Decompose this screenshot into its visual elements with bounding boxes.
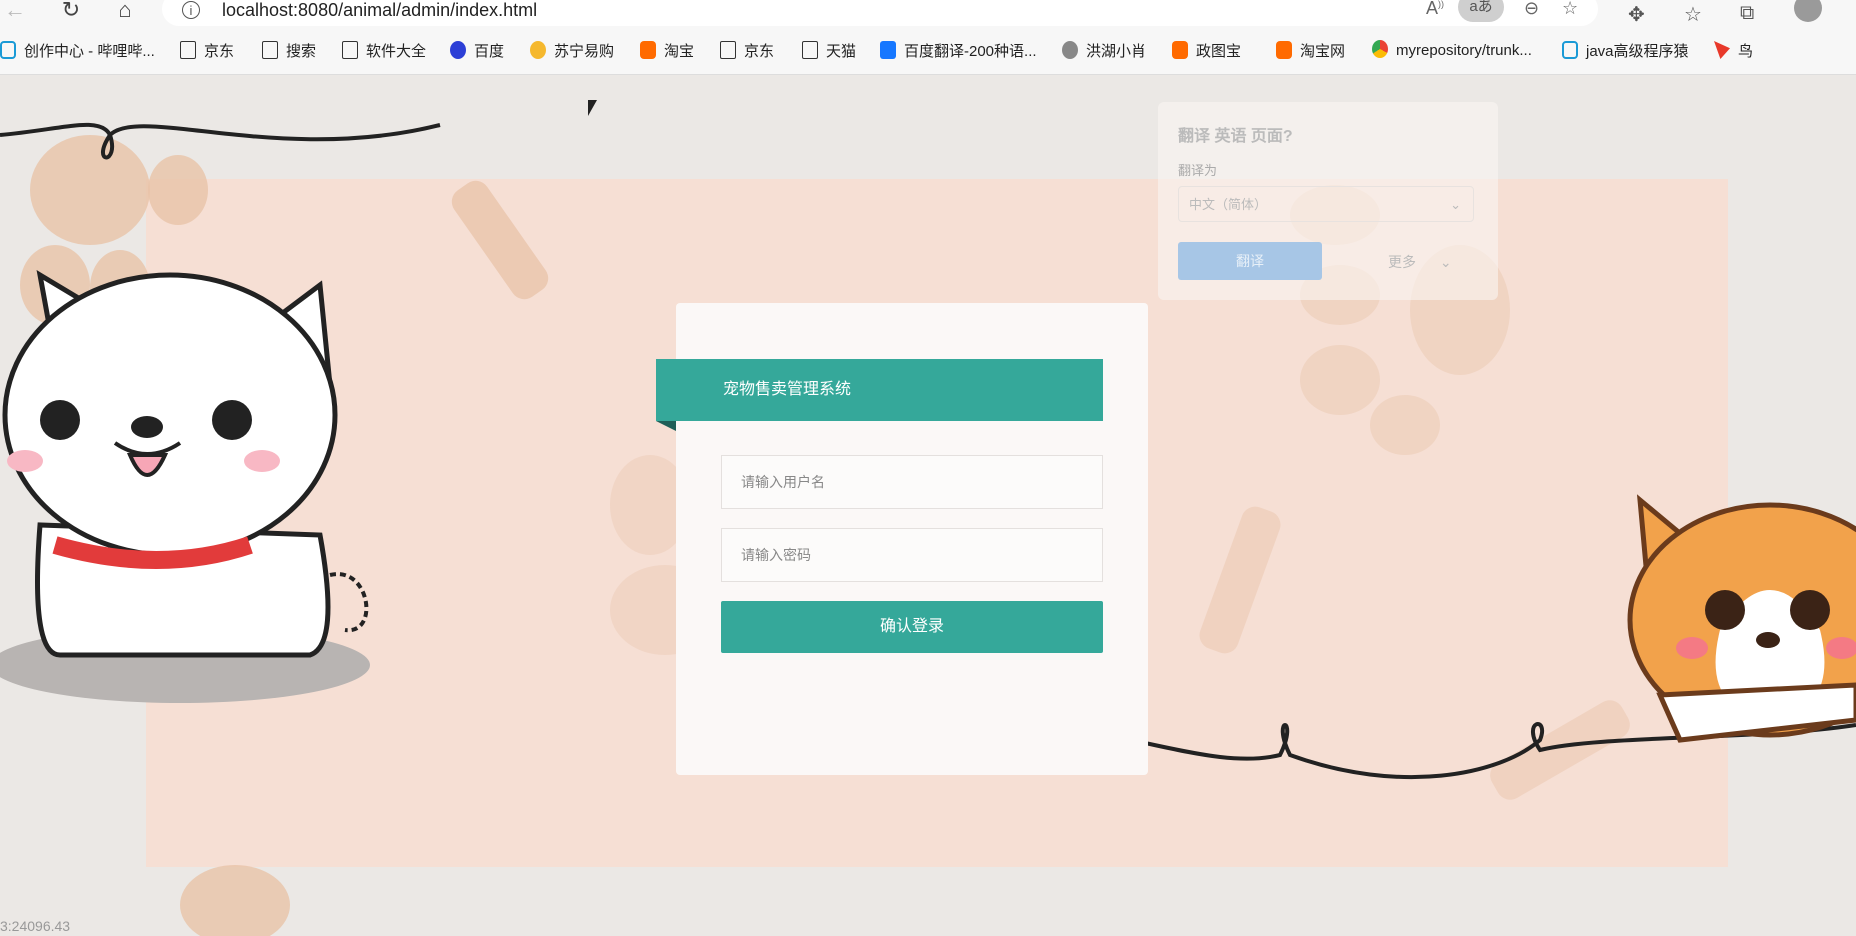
suning-icon (530, 41, 546, 59)
translate-popup: 翻译 英语 页面? 翻译为 中文（简体） ⌄ 翻译 更多 ⌄ (1158, 102, 1498, 300)
chevron-down-icon: ⌄ (1450, 197, 1461, 212)
address-bar[interactable]: i localhost:8080/animal/admin/index.html… (162, 0, 1598, 26)
refresh-icon[interactable]: ↻ (56, 0, 86, 22)
extensions-icon[interactable]: ✥ (1628, 2, 1645, 27)
system-title-banner: 宠物售卖管理系统 (656, 359, 1103, 421)
bookmark-item[interactable]: 搜索 (262, 40, 316, 62)
password-input[interactable]: 请输入密码 (721, 528, 1103, 582)
bookmark-item[interactable]: 创作中心 - 哔哩哔... (0, 40, 155, 62)
info-icon[interactable]: i (182, 1, 200, 19)
bookmark-item[interactable]: 淘宝 (640, 40, 694, 62)
taobao-icon (1276, 41, 1292, 59)
page-background: 宠物售卖管理系统 请输入用户名 请输入密码 确认登录 翻译 英语 页面? 翻译为… (0, 75, 1856, 936)
folder-icon (1172, 41, 1188, 59)
banner-fold (656, 421, 676, 431)
status-coordinates: 3:24096.43 (0, 918, 71, 934)
bird-icon (1714, 41, 1730, 59)
tv-icon (0, 41, 16, 59)
bookmark-item[interactable]: 软件大全 (342, 40, 426, 62)
more-options-button[interactable]: 更多 ⌄ (1388, 252, 1452, 272)
bookmark-item[interactable]: myrepository/trunk... (1372, 40, 1532, 62)
chevron-down-icon: ⌄ (1439, 254, 1452, 270)
translate-popup-title: 翻译 英语 页面? (1178, 128, 1293, 145)
translate-page-button[interactable]: aあ (1458, 0, 1504, 22)
bookmark-item[interactable]: 政图宝 (1172, 40, 1241, 62)
favorite-add-icon[interactable]: ☆ (1562, 0, 1578, 19)
back-icon[interactable]: ← (0, 0, 30, 22)
browser-toolbar: ← ↻ ⌂ i localhost:8080/animal/admin/inde… (0, 0, 1856, 28)
bookmark-item[interactable]: 天猫 (802, 40, 856, 62)
bookmark-item[interactable]: 百度 (450, 40, 504, 62)
language-select[interactable]: 中文（简体） ⌄ (1178, 186, 1474, 222)
file-icon (720, 41, 736, 59)
chrome-icon (1372, 40, 1388, 58)
white-dog-illustration (0, 270, 370, 703)
collections-icon[interactable]: ⧉ (1740, 2, 1754, 25)
translate-icon (880, 41, 896, 59)
file-icon (180, 41, 196, 59)
bookmark-item[interactable]: java高级程序猿 (1562, 40, 1689, 62)
login-button[interactable]: 确认登录 (721, 601, 1103, 653)
bookmark-item[interactable]: 洪湖小肖 (1062, 40, 1146, 62)
profile-avatar[interactable] (1794, 0, 1822, 22)
avatar-icon (1062, 41, 1078, 59)
username-input[interactable]: 请输入用户名 (721, 455, 1103, 509)
bookmark-item[interactable]: 京东 (180, 40, 234, 62)
bookmark-item[interactable]: 苏宁易购 (530, 40, 614, 62)
translate-to-label: 翻译为 (1178, 163, 1218, 178)
mouse-cursor-icon (588, 100, 597, 116)
read-aloud-icon[interactable]: A)) (1426, 0, 1444, 19)
bookmark-item[interactable]: 百度翻译-200种语... (880, 40, 1037, 62)
bookmark-item[interactable]: 淘宝网 (1276, 40, 1345, 62)
bookmark-item[interactable]: 京东 (720, 40, 774, 62)
favorites-icon[interactable]: ☆ (1684, 2, 1702, 27)
home-icon[interactable]: ⌂ (110, 0, 140, 22)
file-icon (802, 41, 818, 59)
paw-icon (450, 41, 466, 59)
file-icon (262, 41, 278, 59)
bookmarks-bar: 创作中心 - 哔哩哔... 京东 搜索 软件大全 百度 苏宁易购 淘宝 京东 天… (0, 28, 1856, 75)
translate-button[interactable]: 翻译 (1178, 242, 1322, 280)
file-icon (342, 41, 358, 59)
tv-icon (1562, 41, 1578, 59)
corgi-illustration (1627, 494, 1856, 743)
bookmark-item[interactable]: 鸟 (1714, 40, 1753, 62)
taobao-icon (640, 41, 656, 59)
zoom-out-icon[interactable]: ⊖ (1524, 0, 1539, 19)
url-text[interactable]: localhost:8080/animal/admin/index.html (222, 0, 537, 21)
